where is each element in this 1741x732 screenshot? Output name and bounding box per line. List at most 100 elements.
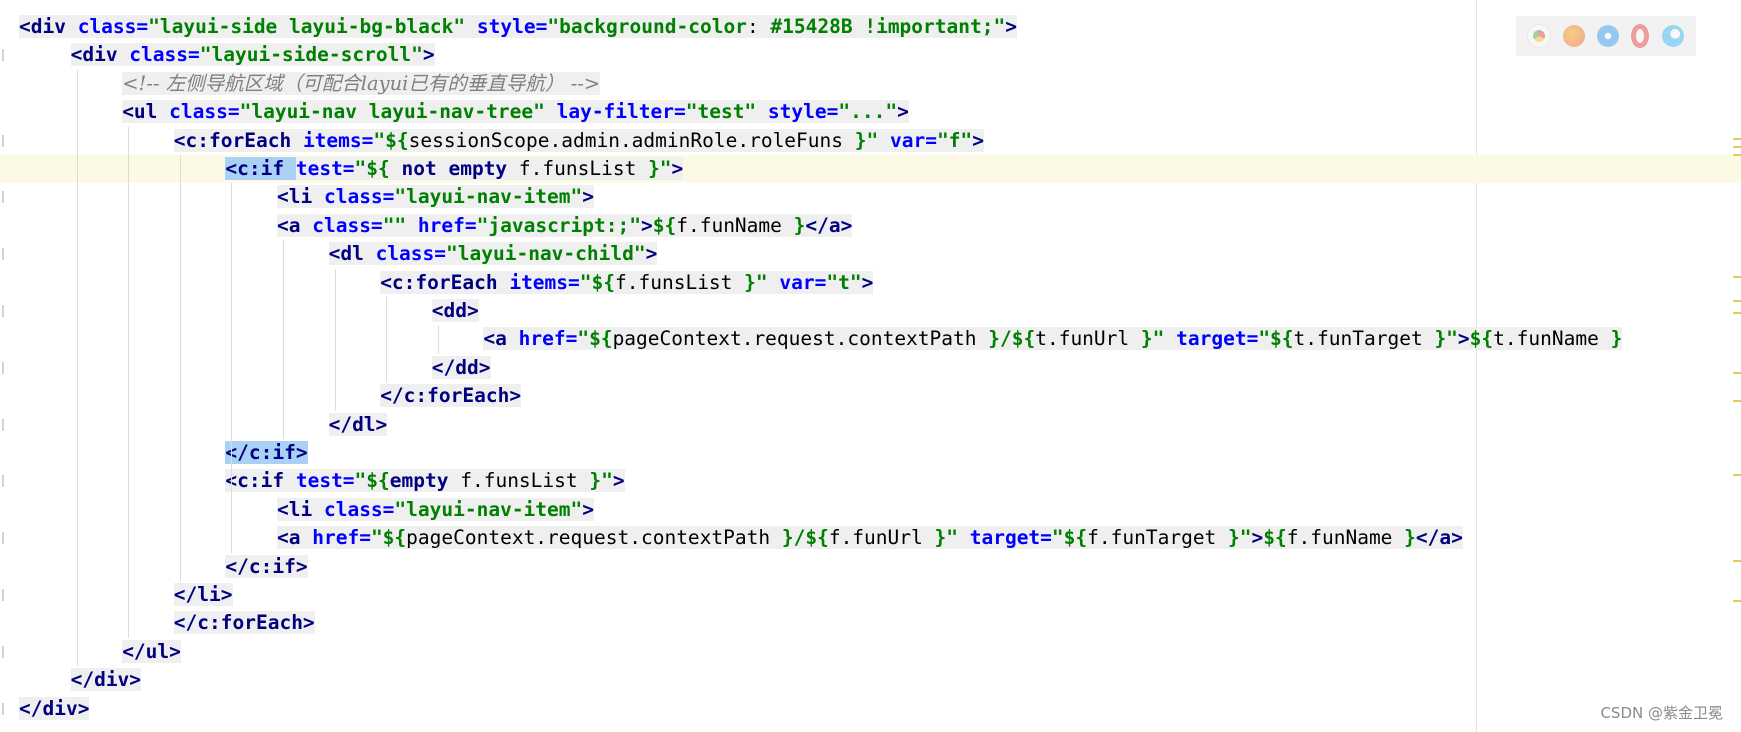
code-line[interactable]: </c:if> [0, 439, 1741, 467]
code-token: items= [302, 128, 374, 152]
code-text: <c:forEach items="${sessionScope.admin.a… [173, 127, 984, 155]
scroll-marker[interactable] [1733, 146, 1741, 148]
code-token: style= [767, 100, 839, 124]
code-line[interactable]: <div class="layui-side-scroll"> [0, 41, 1741, 69]
code-token: </c:forEach> [173, 611, 315, 635]
scrollbar-markers[interactable] [1733, 0, 1741, 732]
code-token: > [641, 213, 653, 237]
code-token: "${ [354, 157, 402, 180]
code-token: > [1005, 15, 1017, 38]
code-token: "layui-side-scroll" [199, 43, 423, 67]
code-line[interactable]: <ul class="layui-nav layui-nav-tree" lay… [0, 98, 1741, 126]
code-token: }" [1434, 327, 1458, 351]
code-line[interactable]: <a class="" href="javascript:;">${f.funN… [0, 212, 1741, 240]
code-line[interactable]: <div class="layui-side layui-bg-black" s… [0, 13, 1741, 41]
code-token: "${ [373, 128, 409, 152]
code-line[interactable]: <li class="layui-nav-item"> [0, 496, 1741, 524]
code-token: }" [1228, 526, 1252, 550]
code-line[interactable]: </li> [0, 581, 1741, 609]
code-token: class= [375, 242, 447, 266]
code-line[interactable]: </div> [0, 695, 1741, 723]
code-line[interactable]: </c:forEach> [0, 382, 1741, 410]
code-token: "f" [936, 128, 973, 152]
chrome-icon[interactable] [1528, 25, 1551, 47]
code-token: test= [295, 157, 355, 180]
scroll-marker[interactable] [1733, 600, 1741, 602]
code-token: </div> [70, 668, 142, 692]
code-token: <c:if [225, 469, 296, 493]
safari-icon[interactable] [1596, 25, 1619, 47]
code-line[interactable]: </ul> [0, 638, 1741, 666]
code-token: </c:if> [225, 441, 308, 464]
code-line[interactable]: </div> [0, 666, 1741, 694]
opera-icon[interactable] [1631, 24, 1650, 48]
scroll-marker[interactable] [1733, 372, 1741, 374]
scroll-marker[interactable] [1733, 560, 1741, 562]
code-line[interactable]: <c:forEach items="${f.funsList }" var="t… [0, 269, 1741, 297]
code-line[interactable]: <c:if test="${empty f.funsList }"> [0, 467, 1741, 495]
browser-preview-toolbar[interactable] [1516, 16, 1696, 56]
code-token: items= [509, 270, 580, 294]
watermark: CSDN @紫金卫冕 [1600, 704, 1723, 722]
code-token: } [1404, 526, 1416, 550]
code-text: <!-- 左侧导航区域（可配合layui已有的垂直导航） --> [122, 70, 601, 98]
scroll-marker[interactable] [1733, 154, 1741, 156]
code-token: <li [277, 185, 324, 209]
code-token: <c:forEach [173, 128, 303, 152]
code-line[interactable]: <li class="layui-nav-item"> [0, 183, 1741, 211]
code-text: <li class="layui-nav-item"> [277, 496, 595, 524]
edge-icon[interactable] [1661, 25, 1684, 47]
code-token: class= [169, 100, 240, 124]
code-token: pageContext.request.contextPath [406, 526, 782, 550]
code-line[interactable]: <dd> [0, 297, 1741, 325]
code-token: #15428B !important;" [770, 15, 1006, 38]
code-text: </c:if> [225, 439, 308, 467]
code-line[interactable]: <c:forEach items="${sessionScope.admin.a… [0, 127, 1741, 155]
code-token: </a> [1415, 526, 1463, 550]
scroll-marker[interactable] [1733, 138, 1741, 140]
code-token: > [972, 128, 984, 152]
code-token: <dl [328, 242, 376, 266]
code-token: > [1251, 526, 1264, 550]
code-token: f.funUrl [828, 526, 935, 550]
code-token: class= [323, 185, 395, 209]
code-token: } [793, 213, 806, 237]
code-text: </c:forEach> [173, 609, 315, 637]
code-line[interactable]: </dd> [0, 354, 1741, 382]
code-line[interactable]: <!-- 左侧导航区域（可配合layui已有的垂直导航） --> [0, 70, 1741, 98]
code-text: </c:if> [225, 553, 308, 581]
indent-guide [437, 325, 439, 354]
code-token: </li> [173, 583, 233, 606]
scroll-marker[interactable] [1733, 474, 1741, 476]
code-text: <a href="${pageContext.request.contextPa… [277, 524, 1463, 552]
code-token: "layui-nav-item" [394, 497, 583, 521]
scroll-marker[interactable] [1733, 300, 1741, 302]
scroll-marker[interactable] [1733, 276, 1741, 278]
code-token: t.funName [1493, 327, 1611, 351]
code-line[interactable]: </c:if> [0, 553, 1741, 581]
code-editor[interactable]: <div class="layui-side layui-bg-black" s… [0, 0, 1741, 732]
scroll-marker[interactable] [1733, 312, 1741, 314]
code-line[interactable]: <a href="${pageContext.request.contextPa… [0, 524, 1741, 552]
code-token: > [861, 270, 874, 294]
code-token: "${ [579, 270, 616, 294]
code-line[interactable]: <c:if test="${ not empty f.funsList }"> [0, 155, 1741, 183]
firefox-icon[interactable] [1562, 25, 1585, 47]
code-line[interactable]: </dl> [0, 411, 1741, 439]
code-token: <c:forEach [380, 270, 510, 294]
code-line[interactable]: <a href="${pageContext.request.contextPa… [0, 325, 1741, 353]
code-token: class= [312, 213, 383, 237]
code-token: target= [969, 526, 1052, 550]
code-line[interactable]: </c:forEach> [0, 609, 1741, 637]
code-token: href= [417, 213, 477, 237]
code-area[interactable]: <div class="layui-side layui-bg-black" s… [0, 0, 1741, 732]
scroll-marker[interactable] [1733, 400, 1741, 402]
code-token: </dl> [328, 412, 388, 436]
code-token: > [671, 157, 684, 180]
code-token: f.funName [676, 213, 794, 237]
code-token: href= [312, 526, 371, 550]
code-line[interactable]: <dl class="layui-nav-child"> [0, 240, 1741, 268]
code-text: <c:forEach items="${f.funsList }" var="t… [380, 269, 874, 297]
code-token: t.funUrl [1035, 327, 1141, 351]
indent-guide [128, 126, 130, 638]
